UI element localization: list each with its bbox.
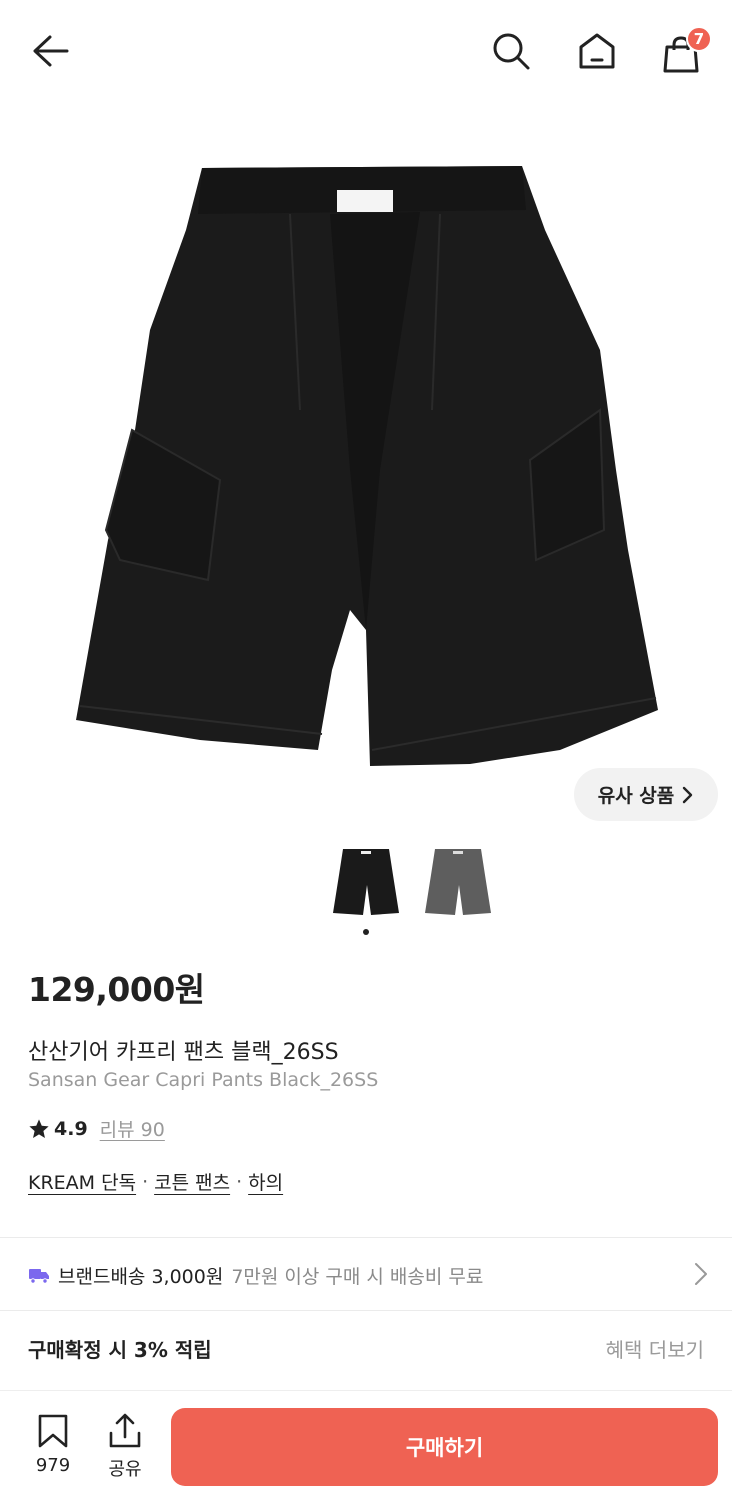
benefit-label: 구매확정 시 3% 적립 (28, 1338, 212, 1362)
arrow-left-icon (33, 35, 69, 67)
thumbnail-gray[interactable] (422, 843, 494, 919)
similar-products-label: 유사 상품 (597, 785, 675, 807)
pants-illustration (76, 166, 658, 766)
product-name-english: Sansan Gear Capri Pants Black_26SS (28, 1069, 379, 1091)
share-button[interactable]: 공유 (98, 1413, 152, 1487)
review-link[interactable]: 리뷰 90 (100, 1115, 165, 1142)
share-icon (109, 1413, 141, 1448)
tag-link[interactable]: 하의 (248, 1168, 283, 1195)
star-icon (29, 1118, 49, 1138)
chevron-right-icon (694, 1262, 708, 1291)
search-icon (493, 33, 530, 70)
cart-button[interactable]: 7 (658, 26, 712, 74)
bookmark-button[interactable]: 979 (26, 1413, 80, 1487)
divider (0, 1310, 732, 1311)
shipping-row[interactable]: 브랜드배송 3,000원 7만원 이상 구매 시 배송비 무료 (28, 1260, 708, 1290)
share-label: 공유 (108, 1459, 142, 1480)
home-icon (579, 33, 615, 69)
rating-row: 4.9 리뷰 90 (28, 1115, 165, 1142)
bookmark-count: 979 (35, 1455, 71, 1476)
tag-link[interactable]: 코튼 팬츠 (154, 1168, 230, 1195)
product-image[interactable] (0, 110, 732, 830)
divider (0, 1237, 732, 1238)
product-price: 129,000원 (28, 970, 205, 1009)
tag-link[interactable]: KREAM 단독 (28, 1168, 136, 1195)
buy-button[interactable]: 구매하기 (171, 1408, 718, 1486)
product-name-korean: 산산기어 카프리 팬츠 블랙_26SS (28, 1040, 339, 1065)
cart-count-badge: 7 (686, 26, 712, 52)
home-button[interactable] (572, 28, 622, 74)
rating-score: 4.9 (54, 1117, 88, 1140)
benefit-more-link[interactable]: 혜택 더보기 (606, 1334, 704, 1363)
carousel-indicator (363, 929, 369, 935)
search-button[interactable] (486, 28, 536, 74)
chevron-right-icon (683, 786, 693, 803)
truck-icon (28, 1266, 50, 1284)
back-button[interactable] (22, 28, 78, 74)
bottom-action-bar: 979 공유 구매하기 (0, 1390, 732, 1500)
bookmark-icon (38, 1414, 68, 1448)
similar-products-button[interactable]: 유사 상품 (574, 768, 718, 821)
top-bar: 7 (0, 0, 732, 100)
thumbnail-black[interactable] (330, 843, 402, 919)
shipping-main-text: 브랜드배송 3,000원 (58, 1265, 224, 1288)
thumbnail-carousel (330, 843, 494, 919)
category-tags: KREAM 단독 · 코튼 팬츠 · 하의 (28, 1168, 283, 1195)
shipping-sub-text: 7만원 이상 구매 시 배송비 무료 (231, 1265, 484, 1288)
tag-separator: · (142, 1170, 149, 1193)
tag-separator: · (236, 1170, 243, 1193)
